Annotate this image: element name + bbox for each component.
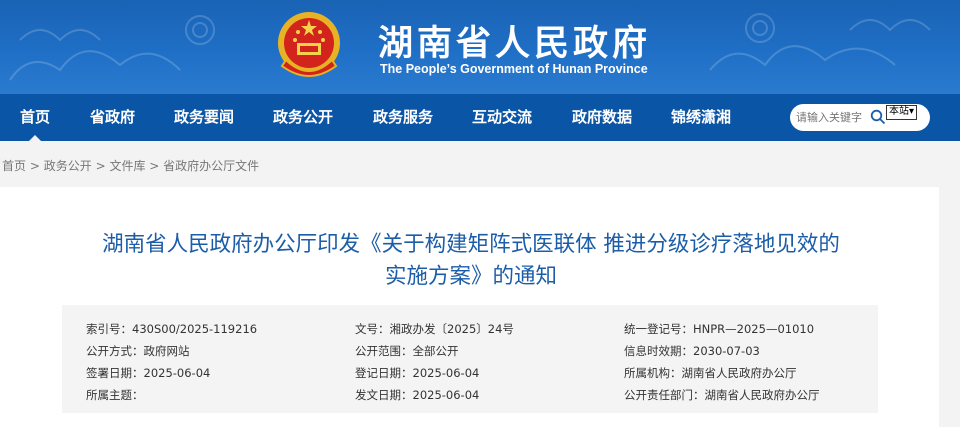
meta-register-date: 登记日期：2025-06-04 xyxy=(355,366,480,380)
nav-item-provincial-government[interactable]: 省政府 xyxy=(90,94,135,141)
site-banner: 湖南省人民政府 The People’s Government of Hunan… xyxy=(0,0,960,94)
meta-issue-date: 发文日期：2025-06-04 xyxy=(355,388,480,402)
breadcrumb-disclosure[interactable]: 政务公开 xyxy=(44,159,92,173)
cloud-pattern-left xyxy=(9,15,215,81)
document-title-line-1: 湖南省人民政府办公厅印发《关于构建矩阵式医联体 推进分级诊疗落地见效的 xyxy=(102,232,840,257)
nav-item-home[interactable]: 首页 xyxy=(20,94,50,141)
breadcrumb-file-library[interactable]: 文件库 xyxy=(109,159,145,173)
breadcrumb-separator: > xyxy=(149,159,164,173)
meta-sign-date: 签署日期：2025-06-04 xyxy=(86,366,211,380)
site-title: 湖南省人民政府 xyxy=(378,23,652,64)
breadcrumb-office-files[interactable]: 省政府办公厅文件 xyxy=(163,159,259,173)
nav-item-news[interactable]: 政务要闻 xyxy=(174,94,234,141)
breadcrumb-separator: > xyxy=(95,159,110,173)
chevron-down-icon: ▾ xyxy=(909,106,915,117)
search-input[interactable] xyxy=(796,104,876,131)
meta-doc-no: 文号：湘政办发〔2025〕24号 xyxy=(355,322,514,336)
breadcrumb: 首页 > 政务公开 > 文件库 > 省政府办公厅文件 xyxy=(2,157,259,174)
document-title-line-2: 实施方案》的通知 xyxy=(384,264,557,289)
meta-index-no: 索引号：430S00/2025-119216 xyxy=(86,322,258,336)
nav-item-hunan-scenery[interactable]: 锦绣潇湘 xyxy=(671,94,731,141)
breadcrumb-home[interactable]: 首页 xyxy=(2,159,26,173)
meta-topic: 所属主题： xyxy=(86,388,144,402)
meta-responsible-dept: 公开责任部门：湖南省人民政府办公厅 xyxy=(624,388,820,402)
search-icon[interactable] xyxy=(870,109,886,125)
site-subtitle: The People’s Government of Hunan Provinc… xyxy=(380,62,648,76)
meta-publish-method: 公开方式：政府网站 xyxy=(86,344,190,358)
meta-valid-until: 信息时效期：2030-07-03 xyxy=(624,344,760,358)
nav-item-disclosure[interactable]: 政务公开 xyxy=(273,94,333,141)
nav-item-interaction[interactable]: 互动交流 xyxy=(472,94,532,141)
search-scope-value: 本站 xyxy=(889,106,909,117)
document-title: 湖南省人民政府办公厅印发《关于构建矩阵式医联体 推进分级诊疗落地见效的 实施方案… xyxy=(40,229,902,293)
breadcrumb-separator: > xyxy=(29,159,44,173)
document-meta-table: 索引号：430S00/2025-119216 文号：湘政办发〔2025〕24号 … xyxy=(62,305,878,413)
nav-item-data[interactable]: 政府数据 xyxy=(572,94,632,141)
search-scope-select[interactable]: 本站▾ xyxy=(886,105,918,120)
national-emblem-icon xyxy=(278,12,340,77)
meta-publish-scope: 公开范围：全部公开 xyxy=(355,344,459,358)
meta-unified-no: 统一登记号：HNPR—2025—01010 xyxy=(624,322,815,336)
meta-org: 所属机构：湖南省人民政府办公厅 xyxy=(624,366,797,380)
nav-item-services[interactable]: 政务服务 xyxy=(373,94,433,141)
cloud-pattern-right xyxy=(709,13,931,71)
